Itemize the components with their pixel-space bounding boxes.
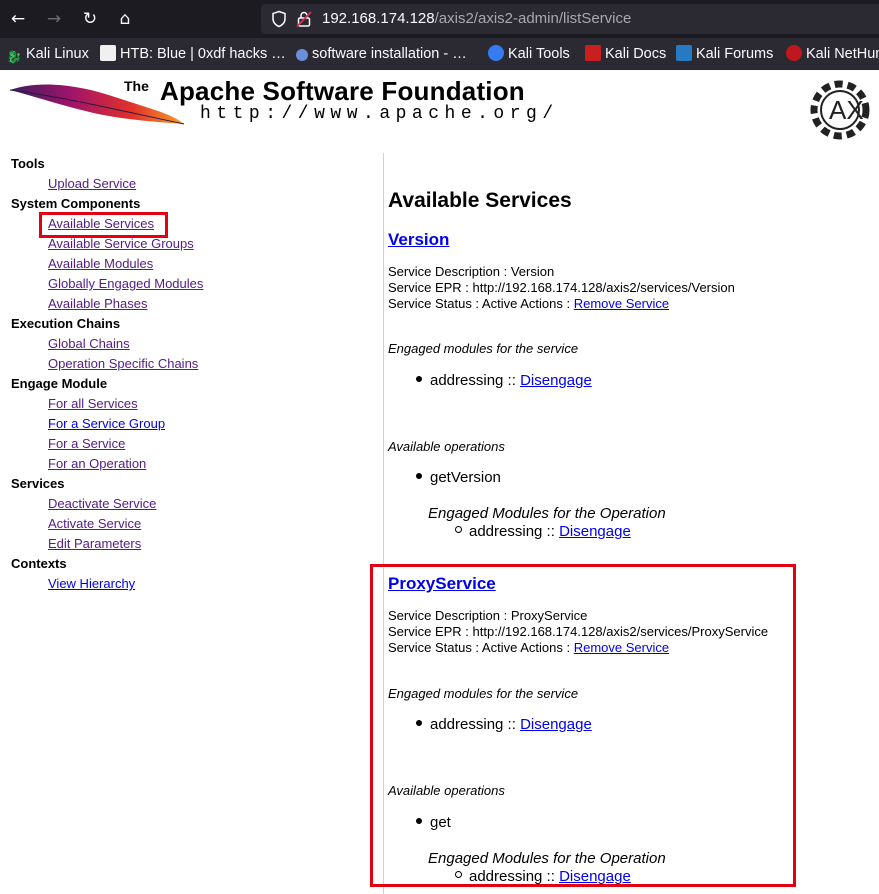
- bullet-icon: [416, 473, 422, 479]
- disengage-link[interactable]: Disengage: [520, 372, 592, 389]
- nav-link-deactivate-service[interactable]: Deactivate Service: [48, 496, 156, 511]
- nav-heading-system-components: System Components: [11, 196, 141, 211]
- service-epr: Service EPR : http://192.168.174.128/axi…: [388, 280, 735, 295]
- url-text[interactable]: 192.168.174.128/axis2/axis2-admin/listSe…: [322, 10, 631, 27]
- operation-name: getVersion: [430, 469, 501, 486]
- bookmark-label: Kali Forums: [696, 46, 774, 62]
- disengage-link[interactable]: Disengage: [559, 523, 631, 540]
- highlight-box-proxyservice: [370, 564, 796, 887]
- reload-icon[interactable]: ↻: [78, 7, 102, 31]
- available-operations-heading: Available operations: [388, 439, 505, 454]
- service-description: Service Description : Version: [388, 264, 555, 279]
- home-icon[interactable]: ⌂: [113, 7, 137, 31]
- bullet-icon: [416, 376, 422, 382]
- highlight-box-available-services: [39, 212, 168, 238]
- engaged-module-item: addressing :: Disengage: [416, 372, 592, 389]
- kali-dragon-icon: 🐉: [6, 49, 22, 65]
- bookmark-kali-docs[interactable]: Kali Docs: [585, 45, 666, 63]
- nav-heading-execution-chains: Execution Chains: [11, 316, 121, 331]
- bookmark-label: Kali Linux: [26, 46, 89, 62]
- bookmark-kali-linux[interactable]: 🐉 Kali Linux: [6, 45, 89, 65]
- nav-heading-contexts: Contexts: [11, 556, 67, 571]
- askubuntu-icon: [296, 49, 308, 61]
- browser-toolbar: ← → ↻ ⌂ 192.168.174.128/axis2/axis2-admi…: [0, 0, 879, 38]
- operation-item: getVersion: [416, 469, 501, 486]
- nav-link-available-phases[interactable]: Available Phases: [48, 296, 148, 311]
- nav-link-available-modules[interactable]: Available Modules: [48, 256, 153, 271]
- logo-url: http://www.apache.org/: [200, 104, 559, 124]
- kali-docs-icon: [585, 45, 601, 61]
- kali-nethunter-icon: [786, 45, 802, 61]
- nav-link-globally-engaged-modules[interactable]: Globally Engaged Modules: [48, 276, 203, 291]
- back-arrow-icon[interactable]: ←: [6, 7, 30, 31]
- bookmark-kali-nethunter[interactable]: Kali NetHun: [786, 45, 879, 63]
- module-separator: ::: [503, 372, 521, 389]
- engaged-modules-heading: Engaged modules for the service: [388, 341, 579, 356]
- bookmark-label: Kali Docs: [605, 46, 667, 62]
- bookmark-label: Kali Tools: [508, 46, 570, 62]
- url-host: 192.168.174.128: [322, 10, 435, 27]
- nav-link-for-a-service[interactable]: For a Service: [48, 436, 125, 451]
- address-bar[interactable]: 192.168.174.128/axis2/axis2-admin/listSe…: [261, 4, 879, 34]
- operation-modules-heading: Engaged Modules for the Operation: [428, 505, 666, 522]
- nav-heading-engage-module: Engage Module: [11, 376, 108, 391]
- bookmark-htb-blue[interactable]: HTB: Blue | 0xdf hacks …: [100, 45, 286, 63]
- nav-heading-tools: Tools: [11, 156, 45, 171]
- kali-forums-icon: [676, 45, 692, 61]
- 0xdf-site-icon: [100, 45, 116, 61]
- nav-link-for-a-service-group[interactable]: For a Service Group: [48, 416, 165, 431]
- service-link-version[interactable]: Version: [388, 230, 449, 250]
- bookmark-kali-forums[interactable]: Kali Forums: [676, 45, 773, 63]
- module-separator: ::: [542, 523, 560, 540]
- url-path: /axis2/axis2-admin/listService: [434, 10, 632, 27]
- nav-heading-services: Services: [11, 476, 65, 491]
- nav-link-for-all-services[interactable]: For all Services: [48, 396, 138, 411]
- remove-service-link[interactable]: Remove Service: [574, 296, 669, 311]
- svg-text:AX: AX: [829, 95, 864, 125]
- service-status-text: Service Status : Active Actions :: [388, 296, 574, 311]
- nav-link-edit-parameters[interactable]: Edit Parameters: [48, 536, 141, 551]
- logo-the: The: [124, 78, 149, 94]
- nav-link-upload-service[interactable]: Upload Service: [48, 176, 136, 191]
- logo-title: Apache Software Foundation: [160, 76, 525, 106]
- bookmark-label: software installation - …: [312, 46, 467, 62]
- page-header: The Apache Software Foundation http://ww…: [0, 70, 879, 150]
- nav-link-for-an-operation[interactable]: For an Operation: [48, 456, 146, 471]
- axis2-gear-logo: AX: [810, 80, 870, 140]
- insecure-lock-icon[interactable]: [295, 10, 313, 28]
- nav-link-activate-service[interactable]: Activate Service: [48, 516, 141, 531]
- bookmarks-toolbar: 🐉 Kali Linux HTB: Blue | 0xdf hacks … sof…: [0, 38, 879, 70]
- bookmark-label: Kali NetHun: [806, 46, 879, 62]
- nav-link-available-service-groups[interactable]: Available Service Groups: [48, 236, 194, 251]
- service-status: Service Status : Active Actions : Remove…: [388, 296, 669, 311]
- nav-link-global-chains[interactable]: Global Chains: [48, 336, 130, 351]
- module-name: addressing: [469, 523, 543, 540]
- operation-module-item: addressing :: Disengage: [455, 523, 631, 540]
- shield-icon[interactable]: [270, 10, 288, 28]
- nav-link-operation-specific-chains[interactable]: Operation Specific Chains: [48, 356, 198, 371]
- forward-arrow-icon[interactable]: →: [42, 7, 66, 31]
- page-title: Available Services: [388, 189, 572, 212]
- nav-link-view-hierarchy[interactable]: View Hierarchy: [48, 576, 135, 591]
- bookmark-label: HTB: Blue | 0xdf hacks …: [120, 46, 286, 62]
- module-name: addressing: [430, 372, 504, 389]
- bookmark-kali-tools[interactable]: Kali Tools: [488, 45, 570, 63]
- bookmark-software-installation[interactable]: software installation - …: [296, 45, 467, 63]
- circle-bullet-icon: [455, 526, 462, 533]
- kali-tools-icon: [488, 45, 504, 61]
